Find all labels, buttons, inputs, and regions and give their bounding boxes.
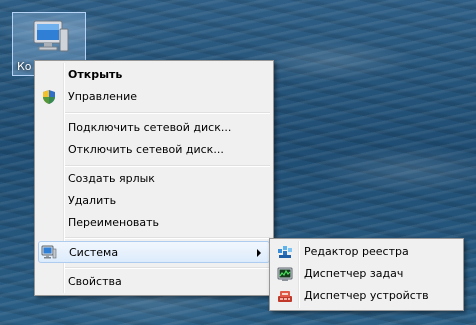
desktop: Ко Открыть Управление Подключить сетевой… — [0, 0, 476, 325]
shield-icon — [43, 90, 55, 104]
desktop-icon-label: Ко — [17, 60, 32, 73]
task-manager-icon — [277, 267, 293, 281]
menu-item-system[interactable]: Система — [38, 241, 270, 263]
menu-item-open-label: Открыть — [68, 68, 123, 81]
menu-item-rename[interactable]: Переименовать — [38, 212, 270, 234]
menu-item-manage-label: Управление — [68, 90, 138, 103]
menu-separator — [65, 112, 270, 114]
menu-separator — [65, 237, 270, 239]
menu-item-delete[interactable]: Удалить — [38, 190, 270, 212]
submenu-item-registry-editor[interactable]: Редактор реестра — [273, 241, 460, 263]
submenu-item-task-manager[interactable]: Диспетчер задач — [273, 263, 460, 285]
monitor-icon — [41, 245, 57, 259]
submenu-item-device-manager[interactable]: Диспетчер устройств — [273, 285, 460, 307]
menu-item-map-drive-label: Подключить сетевой диск... — [68, 121, 232, 134]
menu-item-create-shortcut-label: Создать ярлык — [68, 172, 155, 185]
menu-item-create-shortcut[interactable]: Создать ярлык — [38, 168, 270, 190]
menu-item-delete-label: Удалить — [68, 194, 117, 207]
system-submenu: Редактор реестра Диспетчер задач Диспетч… — [269, 238, 464, 311]
menu-item-open[interactable]: Открыть — [38, 64, 270, 86]
registry-editor-icon — [278, 246, 292, 258]
submenu-item-task-manager-label: Диспетчер задач — [304, 267, 404, 280]
submenu-item-registry-editor-label: Редактор реестра — [304, 245, 409, 258]
device-manager-icon — [278, 291, 292, 302]
menu-item-disconnect-drive-label: Отключить сетевой диск... — [68, 143, 224, 156]
menu-item-system-label: Система — [69, 246, 119, 259]
menu-item-properties[interactable]: Свойства — [38, 271, 270, 293]
menu-item-disconnect-drive[interactable]: Отключить сетевой диск... — [38, 139, 270, 161]
menu-separator — [65, 267, 270, 269]
computer-icon — [33, 20, 69, 52]
menu-item-manage[interactable]: Управление — [38, 86, 270, 108]
context-menu: Открыть Управление Подключить сетевой ди… — [34, 60, 274, 296]
submenu-arrow-icon — [257, 249, 261, 257]
menu-item-rename-label: Переименовать — [68, 216, 160, 229]
submenu-item-device-manager-label: Диспетчер устройств — [304, 289, 429, 302]
menu-separator — [65, 165, 270, 167]
menu-item-properties-label: Свойства — [68, 275, 122, 288]
menu-item-map-drive[interactable]: Подключить сетевой диск... — [38, 117, 270, 139]
